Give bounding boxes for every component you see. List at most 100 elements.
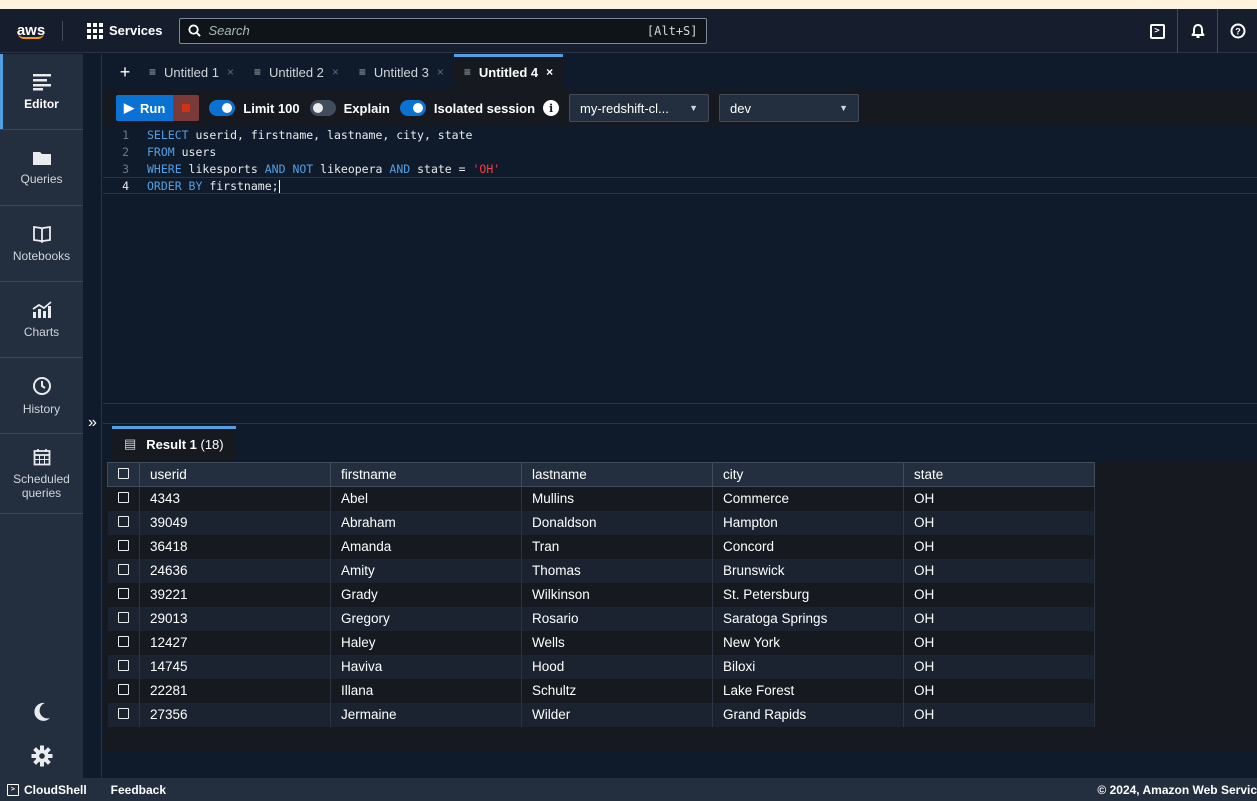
table-cell[interactable]: OH <box>903 654 1095 679</box>
row-checkbox-cell[interactable] <box>107 582 140 607</box>
table-cell[interactable]: 24636 <box>139 558 331 583</box>
table-cell[interactable]: Abel <box>330 486 522 511</box>
checkbox[interactable] <box>117 636 129 647</box>
table-row[interactable]: 4343 Abel Mullins Commerce OH <box>107 486 1095 511</box>
row-checkbox-cell[interactable] <box>107 702 140 727</box>
checkbox[interactable] <box>117 684 129 695</box>
table-row[interactable]: 36418 Amanda Tran Concord OH <box>107 534 1095 559</box>
checkbox[interactable] <box>117 564 129 575</box>
table-cell[interactable]: Grand Rapids <box>712 702 904 727</box>
table-cell[interactable]: Hood <box>521 654 713 679</box>
table-cell[interactable]: Schultz <box>521 678 713 703</box>
table-row[interactable]: 29013 Gregory Rosario Saratoga Springs O… <box>107 606 1095 631</box>
toggle-switch[interactable] <box>399 100 426 116</box>
checkbox[interactable] <box>117 612 129 623</box>
pane-splitter[interactable] <box>103 404 1257 424</box>
table-cell[interactable]: Commerce <box>712 486 904 511</box>
table-cell[interactable]: Hampton <box>712 510 904 535</box>
table-cell[interactable]: 39221 <box>139 582 331 607</box>
row-checkbox-cell[interactable] <box>107 486 140 511</box>
row-checkbox-cell[interactable] <box>107 654 140 679</box>
limit-toggle[interactable]: Limit 100 <box>209 100 300 116</box>
checkbox[interactable] <box>117 516 129 527</box>
tab-untitled-2[interactable]: ≡ Untitled 2 × <box>244 54 349 90</box>
close-icon[interactable]: × <box>546 65 553 79</box>
table-cell[interactable]: Abraham <box>330 510 522 535</box>
sql-editor[interactable]: 1 SELECT userid, firstname, lastname, ci… <box>103 126 1257 404</box>
row-checkbox-cell[interactable] <box>107 630 140 655</box>
cluster-select[interactable]: my-redshift-cl... ▼ <box>569 94 710 122</box>
sidebar-item-editor[interactable]: Editor <box>0 54 83 130</box>
column-header[interactable]: firstname <box>330 462 522 487</box>
table-cell[interactable]: Haviva <box>330 654 522 679</box>
toggle-switch[interactable] <box>309 100 336 116</box>
column-header[interactable]: lastname <box>521 462 713 487</box>
table-cell[interactable]: New York <box>712 630 904 655</box>
table-cell[interactable]: Tran <box>521 534 713 559</box>
checkbox[interactable] <box>117 660 129 671</box>
cloudshell-footer-button[interactable]: > CloudShell <box>0 783 87 797</box>
table-cell[interactable]: OH <box>903 630 1095 655</box>
checkbox[interactable] <box>118 468 129 479</box>
table-cell[interactable]: OH <box>903 558 1095 583</box>
table-cell[interactable]: Saratoga Springs <box>712 606 904 631</box>
tab-result-1[interactable]: ▤ Result 1 (18) <box>112 426 236 462</box>
table-cell[interactable]: Donaldson <box>521 510 713 535</box>
table-row[interactable]: 12427 Haley Wells New York OH <box>107 630 1095 655</box>
close-icon[interactable]: × <box>227 65 234 79</box>
table-row[interactable]: 24636 Amity Thomas Brunswick OH <box>107 558 1095 583</box>
run-button[interactable]: ▶ Run <box>116 95 174 121</box>
table-cell[interactable]: Mullins <box>521 486 713 511</box>
table-cell[interactable]: Amity <box>330 558 522 583</box>
table-cell[interactable]: 12427 <box>139 630 331 655</box>
isolated-session-toggle[interactable]: Isolated session i <box>399 100 560 116</box>
table-row[interactable]: 39049 Abraham Donaldson Hampton OH <box>107 510 1095 535</box>
sidebar-item-notebooks[interactable]: Notebooks <box>0 206 83 282</box>
table-cell[interactable]: Jermaine <box>330 702 522 727</box>
close-icon[interactable]: × <box>437 65 444 79</box>
table-cell[interactable]: Wells <box>521 630 713 655</box>
table-cell[interactable]: Biloxi <box>712 654 904 679</box>
aws-logo[interactable]: aws <box>0 9 62 53</box>
tab-untitled-3[interactable]: ≡ Untitled 3 × <box>349 54 454 90</box>
close-icon[interactable]: × <box>332 65 339 79</box>
notifications-button[interactable] <box>1177 9 1217 53</box>
table-cell[interactable]: 22281 <box>139 678 331 703</box>
table-cell[interactable]: OH <box>903 702 1095 727</box>
tab-untitled-1[interactable]: ≡ Untitled 1 × <box>139 54 244 90</box>
stop-button[interactable] <box>173 95 200 121</box>
table-cell[interactable]: Gregory <box>330 606 522 631</box>
checkbox[interactable] <box>117 588 129 599</box>
toggle-switch[interactable] <box>209 100 236 116</box>
column-header[interactable]: city <box>712 462 904 487</box>
explain-toggle[interactable]: Explain <box>309 100 390 116</box>
table-cell[interactable]: St. Petersburg <box>712 582 904 607</box>
table-row[interactable]: 14745 Haviva Hood Biloxi OH <box>107 654 1095 679</box>
row-checkbox-cell[interactable] <box>107 606 140 631</box>
table-cell[interactable]: 14745 <box>139 654 331 679</box>
table-cell[interactable]: 36418 <box>139 534 331 559</box>
table-cell[interactable]: 4343 <box>139 486 331 511</box>
table-cell[interactable]: Amanda <box>330 534 522 559</box>
feedback-link[interactable]: Feedback <box>111 783 166 797</box>
row-checkbox-cell[interactable] <box>107 510 140 535</box>
database-select[interactable]: dev ▼ <box>719 94 860 122</box>
table-cell[interactable]: Thomas <box>521 558 713 583</box>
checkbox[interactable] <box>117 708 129 719</box>
settings-button[interactable] <box>0 734 83 778</box>
table-cell[interactable]: Concord <box>712 534 904 559</box>
checkbox[interactable] <box>117 492 129 504</box>
table-row[interactable]: 27356 Jermaine Wilder Grand Rapids OH <box>107 702 1095 727</box>
dark-mode-button[interactable] <box>0 690 83 734</box>
table-cell[interactable]: OH <box>903 534 1095 559</box>
table-cell[interactable]: 29013 <box>139 606 331 631</box>
table-cell[interactable]: Rosario <box>521 606 713 631</box>
help-button[interactable]: ? <box>1217 9 1257 53</box>
sidebar-item-scheduled-queries[interactable]: Scheduled queries <box>0 434 83 514</box>
checkbox[interactable] <box>117 540 129 551</box>
table-cell[interactable]: OH <box>903 486 1095 511</box>
table-cell[interactable]: Brunswick <box>712 558 904 583</box>
table-cell[interactable]: 27356 <box>139 702 331 727</box>
table-cell[interactable]: Wilkinson <box>521 582 713 607</box>
expand-sidebar-button[interactable]: » <box>83 414 102 438</box>
